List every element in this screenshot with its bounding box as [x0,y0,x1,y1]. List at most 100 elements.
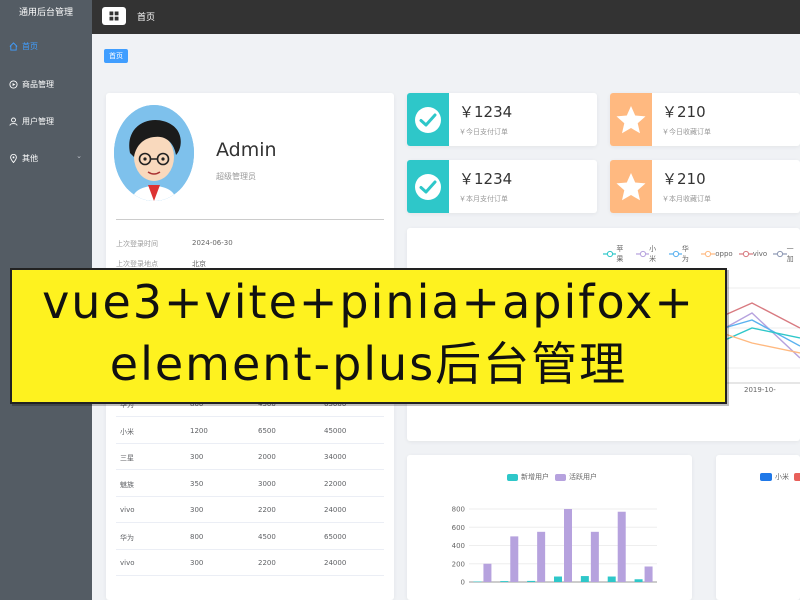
user-name: Admin [216,139,277,161]
bar [500,581,509,582]
banner-line-1: vue3+vite+pinia+apifox+ [42,275,695,329]
table-cell: 45000 [324,426,347,435]
y-tick-label: 600 [452,524,465,532]
bar [473,581,482,583]
table-row: 三星 300 2000 34000 [116,444,384,470]
bar [483,563,492,582]
check-circle-icon [407,93,449,146]
stat-label: ￥本月支付订单 [459,195,508,203]
menu-toggle-button[interactable] [102,7,126,25]
bar [580,576,589,582]
table-cell: 1200 [190,426,208,435]
pie-chart-card: 小米 [716,455,800,600]
table-cell: 300 [190,559,204,567]
legend-swatch [760,473,772,481]
table-cell: 34000 [324,453,347,461]
table-cell: 2200 [258,506,276,514]
table-row: 小米 1200 6500 45000 [116,418,384,444]
table-cell: 6500 [258,426,276,435]
sidebar-item-label: 首页 [22,41,38,51]
y-tick-label: 800 [452,506,465,514]
star-icon [610,93,652,146]
table-row: vivo 300 2200 24000 [116,550,384,576]
video-icon [8,79,18,89]
stat-value: ￥210 [662,103,706,121]
stat-value: ￥1234 [459,103,513,121]
chevron-down-icon: ⌄ [76,152,82,160]
bar [590,531,599,582]
bar [527,580,536,582]
bar [554,576,562,582]
table-cell: 2000 [258,453,276,461]
check-circle-icon [407,160,449,213]
table-cell: 魅族 [120,480,134,489]
stat-label: ￥今日支付订单 [459,128,508,136]
location-icon [8,153,18,163]
sidebar-item-other[interactable]: 其他 ⌄ [0,146,92,170]
stat-value: ￥1234 [459,170,513,188]
sidebar-item-users[interactable]: 用户管理 [0,109,92,133]
table-cell: vivo [120,559,135,567]
table-row: 魅族 350 3000 22000 [116,471,384,497]
sidebar-item-label: 其他 [22,153,38,163]
legend-label: 小米 [775,473,789,481]
banner-line-2: element-plus后台管理 [109,337,628,391]
table-cell: 华为 [120,533,134,542]
table-row: vivo 300 2200 24000 [116,497,384,523]
bar-chart-card: 新增用户 活跃用户 800 600 400 200 0 [407,455,692,600]
sidebar-item-label: 用户管理 [22,116,54,126]
legend-swatch [794,473,800,481]
table-cell: vivo [120,506,135,514]
table-cell: 350 [190,479,204,488]
last-login-time-label: 上次登录时间 [116,240,158,248]
table-cell: 三星 [120,454,134,462]
sidebar-item-home[interactable]: 首页 [0,34,92,58]
last-login-time: 2024-06-30 [192,239,233,247]
table-cell: 800 [190,532,204,541]
table-cell: 3000 [258,479,276,488]
y-tick-label: 0 [461,579,465,587]
y-tick-label: 400 [452,542,465,550]
y-tick-label: 200 [452,560,465,568]
table-cell: 2200 [258,559,276,567]
star-icon [610,160,652,213]
stat-label: ￥本月收藏订单 [662,195,711,203]
divider [116,219,384,220]
table-cell: 24000 [324,506,347,514]
table-cell: 65000 [324,532,347,541]
bar [607,576,616,582]
bar [564,509,572,582]
x-tick-label: 2019-10- [744,386,776,394]
title-banner: vue3+vite+pinia+apifox+ element-plus后台管理 [10,268,727,404]
table-row: 华为 800 4500 65000 [116,524,384,550]
table-cell: 小米 [120,427,134,436]
stat-card-today-fav: ￥210 ￥今日收藏订单 [610,93,800,146]
bar-chart: 800 600 400 200 0 [452,506,657,587]
bar [634,579,643,582]
stat-card-today-paid: ￥1234 ￥今日支付订单 [407,93,597,146]
stat-value: ￥210 [662,170,706,188]
stat-label: ￥今日收藏订单 [662,128,711,136]
stat-card-month-fav: ￥210 ￥本月收藏订单 [610,160,800,213]
app-title: 通用后台管理 [18,8,73,18]
table-cell: 4500 [258,532,276,541]
bar [644,566,653,582]
stat-card-month-paid: ￥1234 ￥本月支付订单 [407,160,597,213]
grid-icon [109,11,119,21]
bar [537,531,546,582]
table-cell: 22000 [324,479,347,488]
tab-home[interactable]: 首页 [104,49,128,63]
user-icon [8,116,18,126]
user-role: 超级管理员 [216,172,256,181]
sidebar-item-products[interactable]: 商品管理 [0,72,92,96]
bar [617,511,626,582]
sidebar-item-label: 商品管理 [22,79,54,89]
table-cell: 300 [190,453,204,461]
table-cell: 300 [190,506,204,514]
avatar [114,105,194,201]
breadcrumb[interactable]: 首页 [137,10,155,23]
bar [510,536,519,582]
table-cell: 24000 [324,559,347,567]
top-bar: 首页 [92,0,800,34]
home-icon [8,41,18,51]
